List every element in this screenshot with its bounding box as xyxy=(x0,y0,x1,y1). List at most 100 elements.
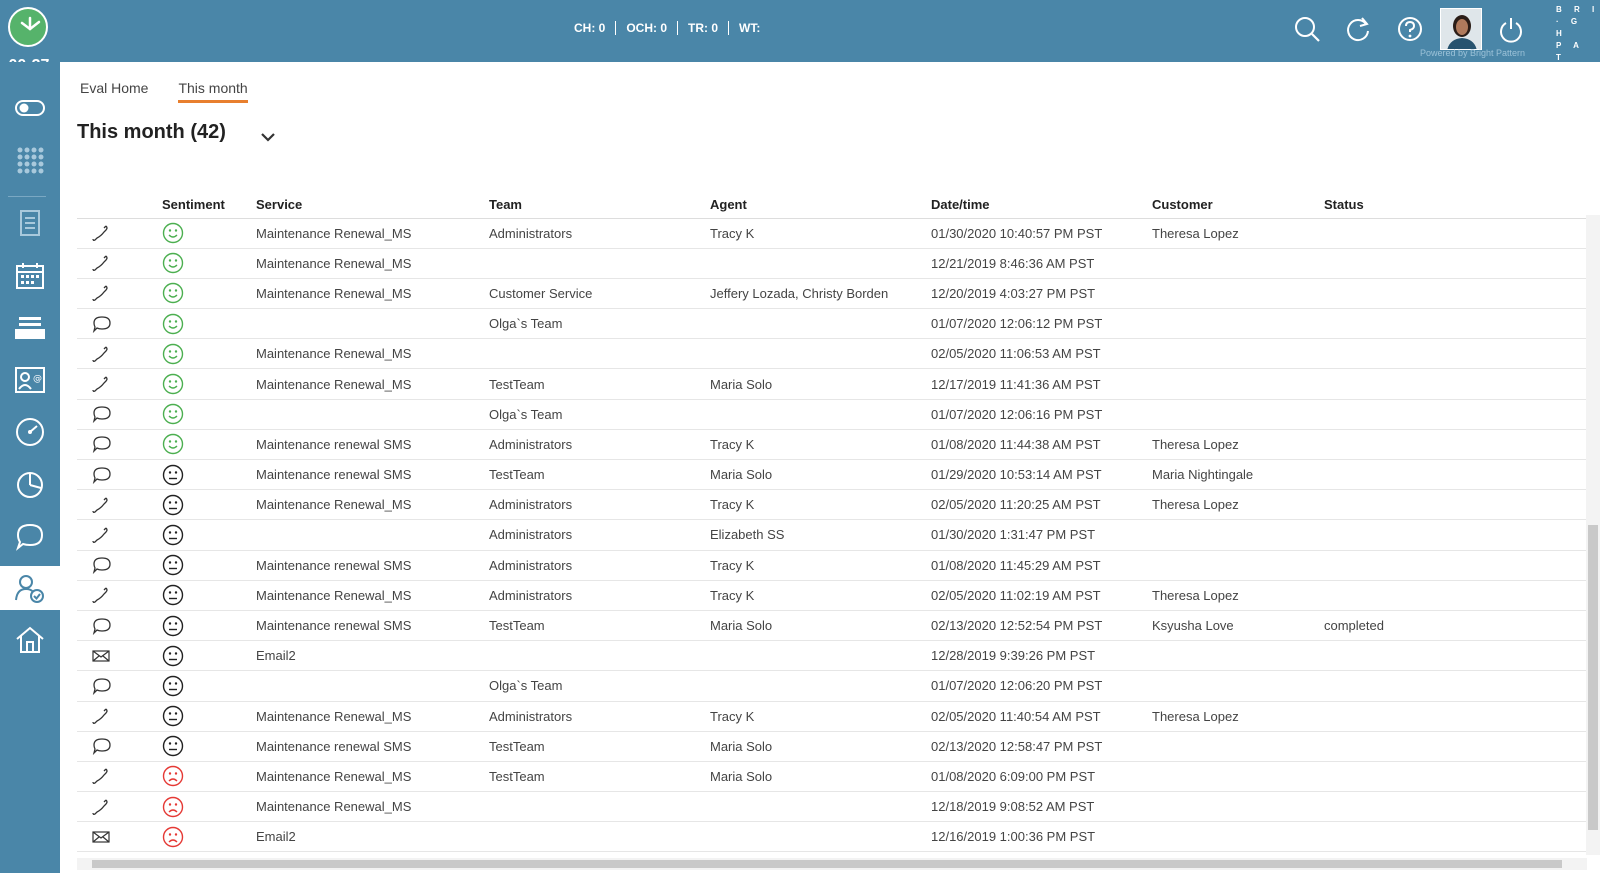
cell-status xyxy=(1324,308,1587,340)
table-row[interactable]: Olga`s Team 01/07/2020 12:06:20 PM PST xyxy=(77,670,1587,702)
cell-customer: Theresa Lopez xyxy=(1152,218,1324,249)
column-header-customer[interactable]: Customer xyxy=(1152,192,1324,219)
cell-datetime: 12/21/2019 8:46:36 AM PST xyxy=(931,248,1152,279)
table-row[interactable]: Maintenance Renewal_MS TestTeam Maria Solo… xyxy=(77,368,1587,400)
cell-team xyxy=(489,338,710,370)
sentiment-positive-icon xyxy=(162,404,184,425)
counter-separator xyxy=(615,21,617,35)
column-header-type[interactable] xyxy=(77,192,152,219)
cell-team: Administrators xyxy=(489,701,710,732)
table-row[interactable]: Maintenance renewal SMS Administrators Tra… xyxy=(77,429,1587,461)
sentiment-neutral-icon xyxy=(162,645,184,666)
cell-agent xyxy=(710,338,931,370)
cell-agent xyxy=(710,308,931,340)
cell-customer xyxy=(1152,399,1324,430)
cell-status xyxy=(1324,670,1587,702)
table-row[interactable]: Email2 12/16/2019 1:00:36 PM PST xyxy=(77,821,1587,853)
search-icon[interactable] xyxy=(1292,14,1322,44)
table-row[interactable]: Maintenance Renewal_MS TestTeam Maria Solo… xyxy=(77,761,1587,793)
sentiment-neutral-icon xyxy=(162,524,184,546)
sentiment-neutral-icon xyxy=(162,736,184,757)
tab-eval-home[interactable]: Eval Home xyxy=(80,80,148,103)
user-avatar[interactable] xyxy=(1440,8,1482,50)
quality-evaluation-icon[interactable] xyxy=(0,566,60,610)
sentiment-positive-icon xyxy=(162,343,184,365)
cell-service: Maintenance Renewal_MS xyxy=(256,368,489,400)
cell-agent: Tracy K xyxy=(710,550,931,581)
pie-chart-icon[interactable] xyxy=(0,462,60,506)
column-header-status[interactable]: Status xyxy=(1324,192,1587,219)
phone-icon xyxy=(91,255,111,272)
agent-state-clock-icon[interactable] xyxy=(8,7,48,47)
cell-service: Maintenance Renewal_MS xyxy=(256,761,489,793)
power-icon[interactable] xyxy=(1496,14,1526,44)
table-row[interactable]: Maintenance renewal SMS TestTeam Maria Sol… xyxy=(77,731,1587,762)
powered-by-text: Powered by Bright Pattern xyxy=(1420,48,1526,58)
counter-separator xyxy=(728,21,730,35)
cell-agent xyxy=(710,399,931,430)
contact-card-icon[interactable]: @ xyxy=(0,358,60,402)
chat-icon xyxy=(91,738,113,756)
table-row[interactable]: Administrators Elizabeth SS 01/30/2020 1:3… xyxy=(77,519,1587,551)
table-row[interactable]: Maintenance Renewal_MS Administrators Trac… xyxy=(77,218,1587,249)
table-row[interactable]: Olga`s Team 01/07/2020 12:06:16 PM PST xyxy=(77,399,1587,430)
table-row[interactable]: Maintenance renewal SMS TestTeam Maria Sol… xyxy=(77,459,1587,491)
table-row[interactable]: Maintenance Renewal_MS Customer Service Je… xyxy=(77,278,1587,310)
table-row[interactable]: Email2 12/28/2019 9:39:26 PM PST xyxy=(77,640,1587,672)
cell-status xyxy=(1324,731,1587,762)
cell-team: Olga`s Team xyxy=(489,670,710,702)
document-icon[interactable] xyxy=(0,202,60,246)
help-icon[interactable] xyxy=(1395,14,1425,44)
cell-datetime: 01/08/2020 11:45:29 AM PST xyxy=(931,550,1152,581)
vertical-scrollbar-thumb[interactable] xyxy=(1588,525,1598,830)
queue-counters: CH: 0 OCH: 0 TR: 0 WT: xyxy=(574,21,760,35)
chat-icon[interactable] xyxy=(0,514,60,558)
counter-och: OCH: 0 xyxy=(626,21,668,35)
table-row[interactable]: Maintenance Renewal_MS 12/21/2019 8:46:36… xyxy=(77,248,1587,279)
column-header-agent[interactable]: Agent xyxy=(710,192,931,219)
cell-team: Administrators xyxy=(489,519,710,551)
column-header-sentiment[interactable]: Sentiment xyxy=(152,192,256,219)
toggle-icon[interactable] xyxy=(0,86,60,130)
chat-icon xyxy=(91,677,113,696)
phone-icon xyxy=(91,285,111,302)
chevron-down-icon[interactable] xyxy=(260,128,276,146)
column-header-service[interactable]: Service xyxy=(256,192,489,219)
tab-this-month[interactable]: This month xyxy=(178,80,248,103)
phone-icon xyxy=(91,798,111,815)
dialpad-icon[interactable] xyxy=(0,138,60,182)
phone-icon xyxy=(91,587,111,604)
cell-customer xyxy=(1152,368,1324,400)
cell-datetime: 12/18/2019 9:08:52 AM PST xyxy=(931,791,1152,823)
table-row[interactable]: Olga`s Team 01/07/2020 12:06:12 PM PST xyxy=(77,308,1587,340)
cell-datetime: 01/29/2020 10:53:14 AM PST xyxy=(931,459,1152,491)
sentiment-neutral-icon xyxy=(162,494,184,515)
refresh-icon[interactable] xyxy=(1343,14,1373,44)
inbox-icon[interactable] xyxy=(0,306,60,350)
sentiment-positive-icon xyxy=(162,373,184,395)
sidebar: @ xyxy=(0,62,60,873)
table-row[interactable]: Maintenance Renewal_MS Administrators Trac… xyxy=(77,580,1587,611)
gauge-icon[interactable] xyxy=(0,410,60,454)
cell-service: Email2 xyxy=(256,640,489,672)
cell-customer: Theresa Lopez xyxy=(1152,489,1324,521)
horizontal-scrollbar-thumb[interactable] xyxy=(92,860,1562,868)
cell-agent: Maria Solo xyxy=(710,610,931,642)
table-row[interactable]: Maintenance renewal SMS TestTeam Maria Sol… xyxy=(77,610,1587,642)
column-header-team[interactable]: Team xyxy=(489,192,710,219)
cell-agent: Maria Solo xyxy=(710,761,931,793)
cell-agent: Tracy K xyxy=(710,218,931,249)
table-row[interactable]: Maintenance Renewal_MS Administrators Trac… xyxy=(77,701,1587,732)
column-header-datetime[interactable]: Date/time xyxy=(931,192,1152,219)
cell-status xyxy=(1324,761,1587,793)
cell-status xyxy=(1324,218,1587,249)
home-icon[interactable] xyxy=(0,618,60,662)
calendar-icon[interactable] xyxy=(0,254,60,298)
cell-datetime: 12/28/2019 9:39:26 PM PST xyxy=(931,640,1152,672)
table-row[interactable]: Maintenance Renewal_MS 12/18/2019 9:08:52… xyxy=(77,791,1587,823)
table-row[interactable]: Maintenance Renewal_MS 02/05/2020 11:06:5… xyxy=(77,338,1587,370)
table-row[interactable]: Maintenance renewal SMS Administrators Tra… xyxy=(77,550,1587,581)
logo-line: · G H xyxy=(1556,17,1583,38)
cell-customer: Theresa Lopez xyxy=(1152,580,1324,611)
table-row[interactable]: Maintenance Renewal_MS Administrators Trac… xyxy=(77,489,1587,521)
